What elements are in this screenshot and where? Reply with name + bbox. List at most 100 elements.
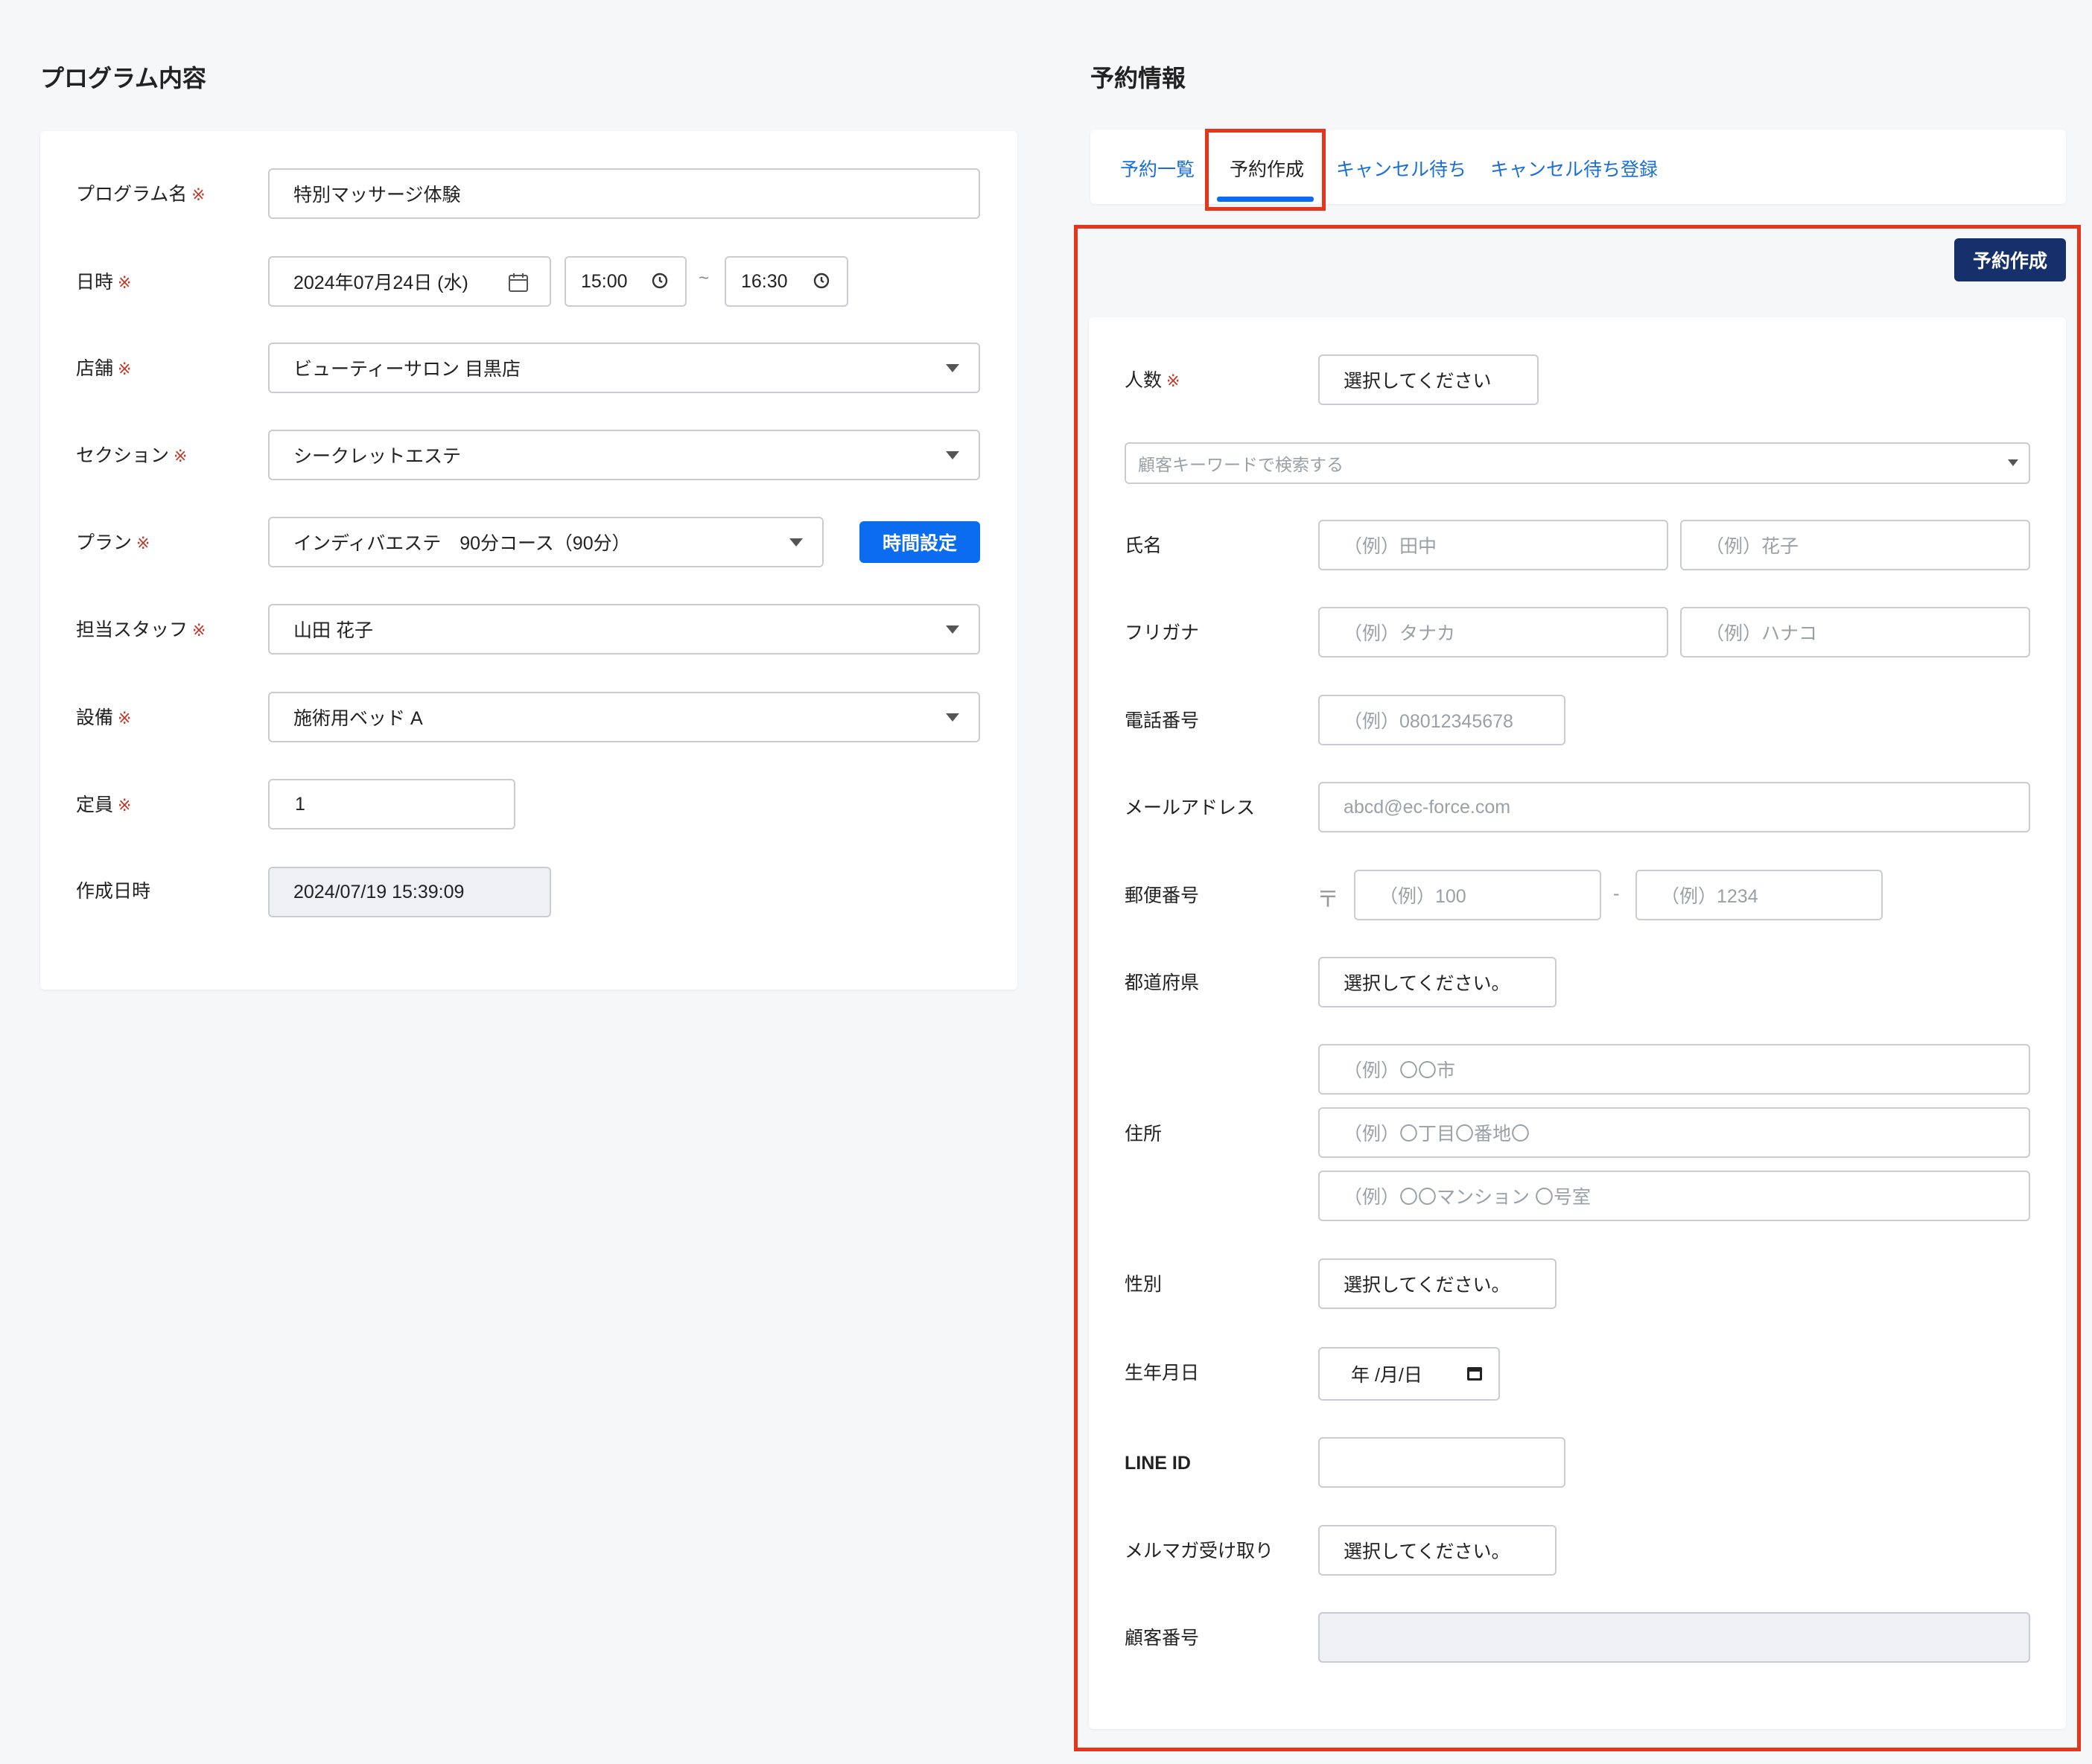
end-time-input[interactable]: 16:30 (725, 256, 848, 307)
section-select[interactable]: シークレットエステ (268, 430, 980, 480)
birthday-input[interactable]: 年 /月/日 (1318, 1347, 1500, 1401)
active-tab-highlight (1205, 129, 1326, 211)
staff-label: 担当スタッフ ※ (76, 617, 206, 643)
staff-value: 山田 花子 (293, 620, 373, 641)
required-mark: ※ (136, 534, 150, 553)
chevron-down-icon (946, 713, 959, 722)
reservation-section-title: 予約情報 (1090, 65, 1186, 92)
clock-icon (813, 273, 830, 289)
equipment-label: 設備 ※ (76, 705, 131, 731)
chevron-down-icon (946, 451, 959, 459)
postal-mark: 〒 (1317, 888, 1339, 912)
tab-reservation-list[interactable]: 予約一覧 (1120, 155, 1195, 182)
required-mark: ※ (192, 621, 206, 640)
customer-search-select[interactable]: 顧客キーワードで検索する (1125, 442, 2030, 484)
furigana-label: フリガナ (1125, 623, 1200, 643)
equipment-label-text: 設備 (76, 707, 114, 728)
name-label: 氏名 (1125, 535, 1163, 556)
chevron-down-icon (789, 538, 803, 547)
required-mark: ※ (118, 709, 132, 727)
address-street-input[interactable]: （例）〇丁目〇番地〇 (1318, 1107, 2030, 1158)
datetime-label-text: 日時 (76, 272, 114, 293)
capacity-label-text: 定員 (76, 795, 114, 815)
newsletter-select[interactable]: 選択してください。 (1318, 1525, 1557, 1576)
program-section-title: プログラム内容 (40, 65, 207, 92)
section-value: シークレットエステ (293, 446, 462, 467)
time-setting-button[interactable]: 時間設定 (859, 521, 980, 563)
postal-code-second-input[interactable]: （例）1234 (1635, 870, 1883, 920)
gender-label: 性別 (1125, 1274, 1163, 1295)
equipment-select[interactable]: 施術用ベッド A (268, 692, 980, 742)
program-name-label-text: プログラム名 (76, 184, 188, 205)
create-reservation-button[interactable]: 予約作成 (1954, 238, 2066, 281)
plan-label: プラン ※ (76, 530, 150, 556)
address-building-input[interactable]: （例）〇〇マンション 〇号室 (1318, 1171, 2030, 1221)
last-name-kana-input[interactable]: （例）タナカ (1318, 607, 1668, 657)
chevron-down-icon (2008, 459, 2018, 466)
birthday-label: 生年月日 (1125, 1363, 1200, 1384)
newsletter-label: メルマガ受け取り (1125, 1541, 1274, 1561)
tab-waitlist[interactable]: キャンセル待ち (1336, 155, 1466, 182)
first-name-kana-input[interactable]: （例）ハナコ (1680, 607, 2030, 657)
store-select[interactable]: ビューティーサロン 目黒店 (268, 343, 980, 393)
staff-select[interactable]: 山田 花子 (268, 604, 980, 655)
store-label-text: 店舗 (76, 358, 114, 379)
capacity-input[interactable]: 1 (268, 779, 515, 830)
store-label: 店舗 ※ (76, 356, 131, 382)
chevron-down-icon (946, 364, 959, 372)
required-mark: ※ (118, 796, 132, 815)
line-id-label: LINE ID (1125, 1453, 1191, 1474)
plan-label-text: プラン (76, 532, 133, 553)
program-card: プログラム名 ※ 特別マッサージ体験 日時 ※ 2024年07月24日 (水) 15… (40, 131, 1017, 990)
required-mark: ※ (118, 273, 132, 292)
chevron-down-icon (946, 625, 959, 634)
postal-code-first-input[interactable]: （例）100 (1354, 870, 1601, 920)
plan-value: インディバエステ 90分コース（90分） (293, 533, 631, 554)
start-time-input[interactable]: 15:00 (565, 256, 687, 307)
program-name-label: プログラム名 ※ (76, 182, 206, 208)
date-value: 2024年07月24日 (水) (293, 273, 468, 293)
calendar-icon (509, 273, 528, 292)
customer-number-field (1318, 1612, 2030, 1663)
calendar-icon[interactable] (1466, 1365, 1484, 1383)
address-label: 住所 (1125, 1124, 1163, 1144)
created-at-label: 作成日時 (76, 881, 151, 902)
datetime-label: 日時 ※ (76, 270, 131, 296)
date-input[interactable]: 2024年07月24日 (水) (268, 256, 551, 307)
required-mark: ※ (191, 185, 206, 204)
people-label-text: 人数 (1125, 370, 1163, 391)
prefecture-label: 都道府県 (1125, 972, 1200, 993)
store-value: ビューティーサロン 目黒店 (293, 359, 521, 380)
required-mark: ※ (1166, 372, 1180, 390)
required-mark: ※ (118, 360, 132, 378)
time-separator: ~ (699, 268, 710, 288)
equipment-value: 施術用ベッド A (293, 708, 423, 729)
reservation-form-card: 人数 ※ 選択してください 顧客キーワードで検索する 氏名 （例）田中 （例）花子… (1089, 317, 2066, 1729)
start-time-value: 15:00 (581, 270, 628, 292)
postal-label: 郵便番号 (1125, 885, 1200, 906)
address-city-input[interactable]: （例）〇〇市 (1318, 1044, 2030, 1095)
phone-label: 電話番号 (1125, 710, 1200, 731)
gender-select[interactable]: 選択してください。 (1318, 1258, 1557, 1309)
section-label-text: セクション (76, 445, 170, 466)
prefecture-select[interactable]: 選択してください。 (1318, 957, 1557, 1007)
people-select[interactable]: 選択してください (1318, 354, 1539, 405)
last-name-input[interactable]: （例）田中 (1318, 520, 1668, 570)
created-at-field: 2024/07/19 15:39:09 (268, 867, 551, 917)
staff-label-text: 担当スタッフ (76, 620, 188, 640)
customer-search-placeholder: 顧客キーワードで検索する (1138, 455, 1344, 474)
phone-input[interactable]: （例）08012345678 (1318, 695, 1565, 745)
clock-icon (652, 273, 668, 289)
people-label: 人数 ※ (1125, 368, 1180, 394)
line-id-input[interactable] (1318, 1437, 1565, 1488)
capacity-label: 定員 ※ (76, 792, 131, 818)
plan-select[interactable]: インディバエステ 90分コース（90分） (268, 517, 824, 567)
first-name-input[interactable]: （例）花子 (1680, 520, 2030, 570)
program-name-input[interactable]: 特別マッサージ体験 (268, 168, 980, 219)
end-time-value: 16:30 (741, 270, 788, 292)
postal-separator: - (1613, 883, 1620, 904)
email-input[interactable]: abcd@ec-force.com (1318, 782, 2030, 832)
tab-waitlist-register[interactable]: キャンセル待ち登録 (1490, 155, 1658, 182)
section-label: セクション ※ (76, 443, 187, 469)
required-mark: ※ (174, 447, 188, 465)
